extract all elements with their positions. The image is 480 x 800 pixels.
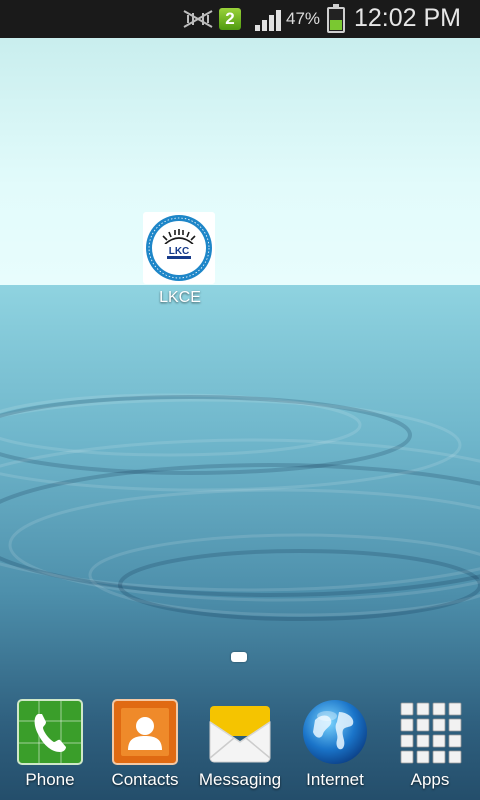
dock-item-apps[interactable]: Apps	[382, 690, 478, 790]
sim-slot-number: 2	[225, 9, 235, 28]
messaging-icon	[206, 698, 274, 766]
clock: 12:02 PM	[354, 4, 462, 32]
shortcut-label: LKCE	[159, 289, 201, 306]
sim-icon: 2	[219, 8, 241, 30]
lkce-logo-icon: LKC	[143, 212, 215, 284]
wallpaper[interactable]: LKC LKCE	[0, 38, 480, 800]
dock-label: Internet	[306, 770, 364, 789]
dock-item-contacts[interactable]: Contacts	[97, 690, 193, 790]
dock-item-phone[interactable]: Phone	[2, 690, 98, 790]
lkce-logo-text: LKC	[169, 246, 190, 257]
home-shortcut-lkce[interactable]: LKC LKCE	[143, 212, 217, 307]
signal-strength-icon	[255, 10, 281, 31]
battery-icon	[327, 4, 345, 33]
dock: Phone Contacts Messaging Internet Apps	[0, 690, 480, 800]
status-bar: 2 47% 12:02 PM	[0, 0, 480, 38]
dock-label: Apps	[410, 770, 450, 789]
wallpaper-sky	[0, 38, 480, 285]
dock-label: Messaging	[198, 770, 282, 789]
battery-percent: 47%	[286, 9, 321, 28]
apps-grid-icon	[396, 698, 464, 766]
dock-item-messaging[interactable]: Messaging	[192, 690, 288, 790]
phone-icon	[16, 698, 84, 766]
dock-label: Contacts	[111, 770, 179, 789]
page-indicator	[231, 652, 247, 662]
internet-icon	[301, 698, 369, 766]
contacts-icon	[111, 698, 179, 766]
no-signal-icon	[183, 10, 213, 28]
battery-level-fill	[330, 19, 342, 30]
dock-label: Phone	[25, 770, 75, 789]
dock-item-internet[interactable]: Internet	[287, 690, 383, 790]
